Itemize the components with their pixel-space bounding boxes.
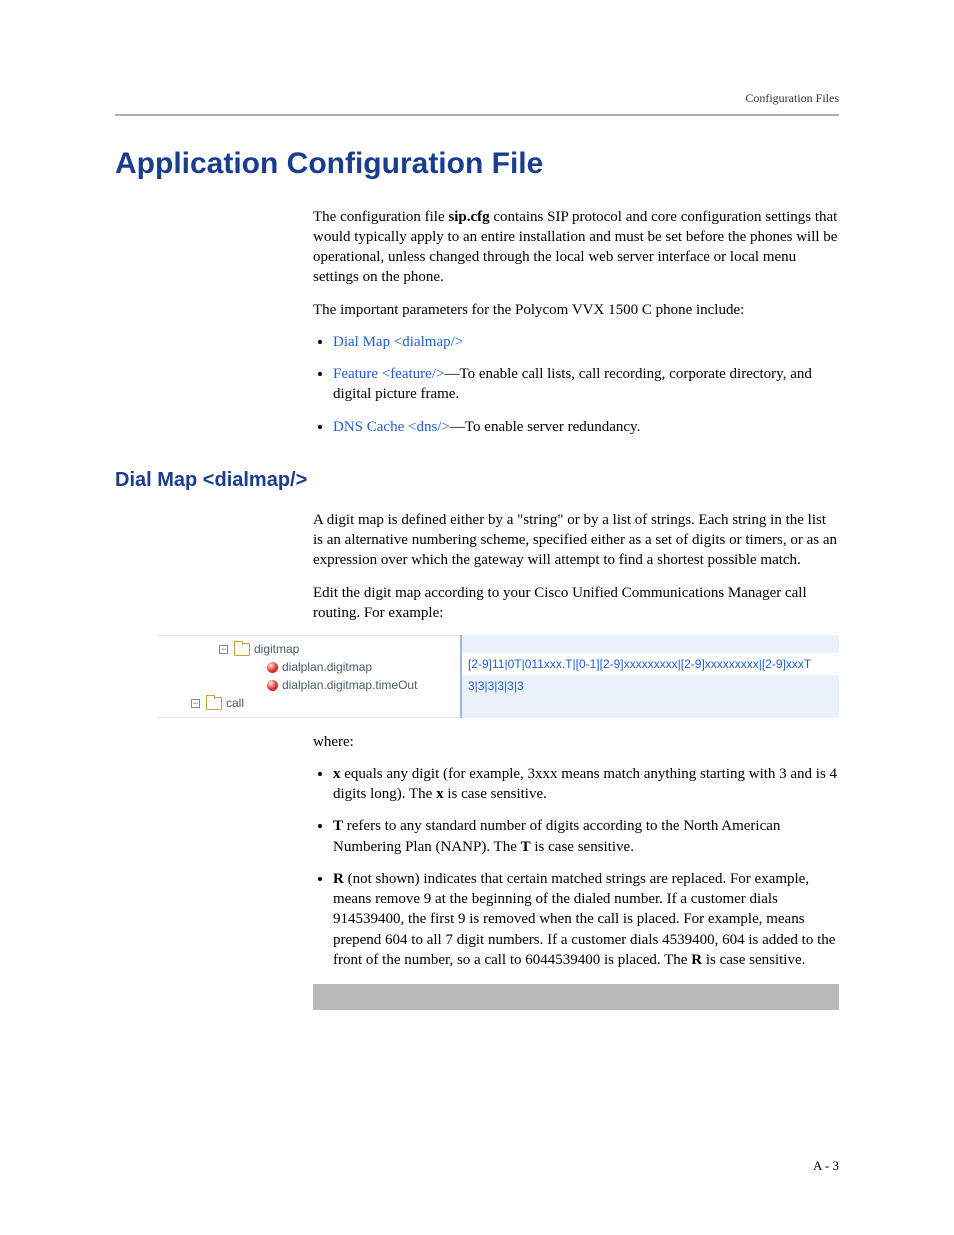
term-r: R xyxy=(333,871,344,887)
text: equals any digit (for example, 3xxx mean… xyxy=(333,766,837,802)
folder-icon xyxy=(234,643,250,656)
intro-block: The configuration file sip.cfg contains … xyxy=(313,207,839,437)
text: (not shown) indicates that certain match… xyxy=(344,871,809,887)
where-block: where: x equals any digit (for example, … xyxy=(313,732,839,1011)
tree-node-digitmap[interactable]: digitmap xyxy=(254,641,299,657)
section-title-dialmap: Dial Map <dialmap/> xyxy=(115,467,839,494)
tree-node-call[interactable]: call xyxy=(226,695,244,711)
text: The configuration file xyxy=(313,209,448,225)
text: is case sensitive. xyxy=(444,786,547,802)
header-rule xyxy=(115,114,839,116)
where-list: x equals any digit (for example, 3xxx me… xyxy=(313,764,839,970)
value-row-spacer xyxy=(462,698,839,718)
filename: sip.cfg xyxy=(448,209,489,225)
value-row-timeout[interactable]: 3|3|3|3|3|3 xyxy=(462,675,839,697)
list-item: R (not shown) indicates that certain mat… xyxy=(333,869,839,970)
tree-node-dialplan-digitmap-timeout[interactable]: dialplan.digitmap.timeOut xyxy=(282,677,417,693)
link-feature[interactable]: Feature <feature/> xyxy=(333,366,444,382)
parameter-list: Dial Map <dialmap/> Feature <feature/>—T… xyxy=(313,332,839,437)
link-dialmap[interactable]: Dial Map <dialmap/> xyxy=(333,334,463,350)
dialmap-paragraph-2: Edit the digit map according to your Cis… xyxy=(313,583,839,624)
value-row-spacer xyxy=(462,635,839,653)
intro-paragraph-1: The configuration file sip.cfg contains … xyxy=(313,207,839,288)
header-section-label: Configuration Files xyxy=(115,90,839,114)
term-t: T xyxy=(521,839,531,855)
tree-node-dialplan-digitmap[interactable]: dialplan.digitmap xyxy=(282,659,372,675)
value-row-digitmap[interactable]: [2-9]11|0T|011xxx.T|[0-1][2-9]xxxxxxxxx|… xyxy=(462,653,839,675)
tree-row: dialplan.digitmap.timeOut xyxy=(161,676,456,694)
text: is case sensitive. xyxy=(702,952,805,968)
list-item: Dial Map <dialmap/> xyxy=(333,332,839,352)
dialmap-paragraph-1: A digit map is defined either by a "stri… xyxy=(313,510,839,571)
list-item: T refers to any standard number of digit… xyxy=(333,816,839,857)
link-dnscache[interactable]: DNS Cache <dns/> xyxy=(333,419,450,435)
list-item: Feature <feature/>—To enable call lists,… xyxy=(333,364,839,405)
term-t: T xyxy=(333,818,343,834)
text: —To enable server redundancy. xyxy=(450,419,640,435)
term-x: x xyxy=(333,766,341,782)
tree-row: dialplan.digitmap xyxy=(161,658,456,676)
collapse-icon[interactable]: − xyxy=(191,699,200,708)
intro-paragraph-2: The important parameters for the Polycom… xyxy=(313,300,839,320)
text: is case sensitive. xyxy=(531,839,634,855)
list-item: DNS Cache <dns/>—To enable server redund… xyxy=(333,417,839,437)
config-editor-figure: − digitmap dialplan.digitmap dialplan.di… xyxy=(157,635,839,717)
tree-pane: − digitmap dialplan.digitmap dialplan.di… xyxy=(157,635,460,717)
list-item: x equals any digit (for example, 3xxx me… xyxy=(333,764,839,805)
where-label: where: xyxy=(313,732,839,752)
collapse-icon[interactable]: − xyxy=(219,645,228,654)
term-r: R xyxy=(691,952,702,968)
dialmap-body: A digit map is defined either by a "stri… xyxy=(313,510,839,623)
attribute-icon xyxy=(267,680,278,691)
tree-row: − digitmap xyxy=(161,640,456,658)
redacted-bar xyxy=(313,984,839,1010)
value-pane: [2-9]11|0T|011xxx.T|[0-1][2-9]xxxxxxxxx|… xyxy=(460,635,839,717)
page-number: A - 3 xyxy=(813,1157,839,1175)
folder-icon xyxy=(206,697,222,710)
tree-row: − call xyxy=(161,694,456,712)
page-title: Application Configuration File xyxy=(115,144,839,185)
term-x: x xyxy=(436,786,444,802)
attribute-icon xyxy=(267,662,278,673)
text: means remove 9 at the beginning of the d… xyxy=(333,891,778,927)
